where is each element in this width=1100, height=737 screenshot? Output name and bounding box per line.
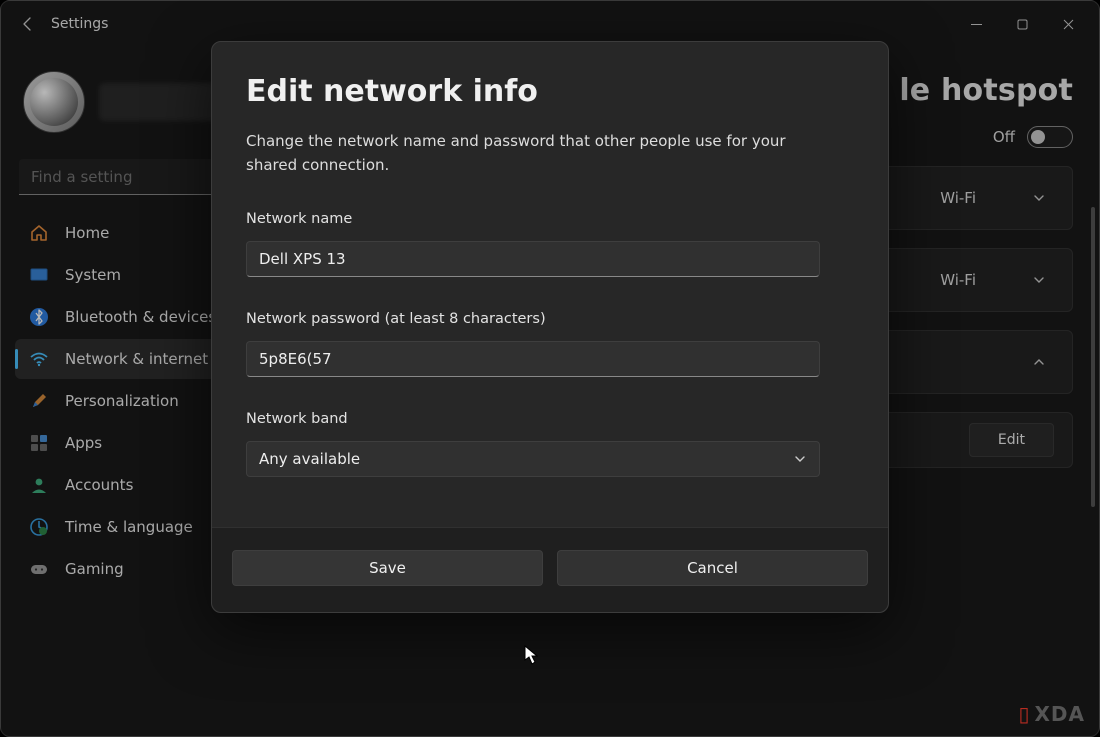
dialog-footer: Save Cancel <box>212 527 888 612</box>
edit-network-dialog: Edit network info Change the network nam… <box>211 41 889 613</box>
dialog-description: Change the network name and password tha… <box>246 129 826 177</box>
network-band-select[interactable]: Any available <box>246 441 820 477</box>
modal-overlay: Edit network info Change the network nam… <box>1 1 1099 736</box>
chevron-down-icon <box>793 452 807 466</box>
dialog-title: Edit network info <box>246 74 854 109</box>
network-name-input[interactable] <box>246 241 820 277</box>
settings-window: Settings Home System <box>0 0 1100 737</box>
network-band-value: Any available <box>259 450 360 468</box>
save-button[interactable]: Save <box>232 550 543 586</box>
network-band-label: Network band <box>246 411 854 427</box>
network-password-input[interactable] <box>246 341 820 377</box>
network-password-label: Network password (at least 8 characters) <box>246 311 854 327</box>
cursor-icon <box>524 645 538 665</box>
network-name-label: Network name <box>246 211 854 227</box>
cancel-button[interactable]: Cancel <box>557 550 868 586</box>
